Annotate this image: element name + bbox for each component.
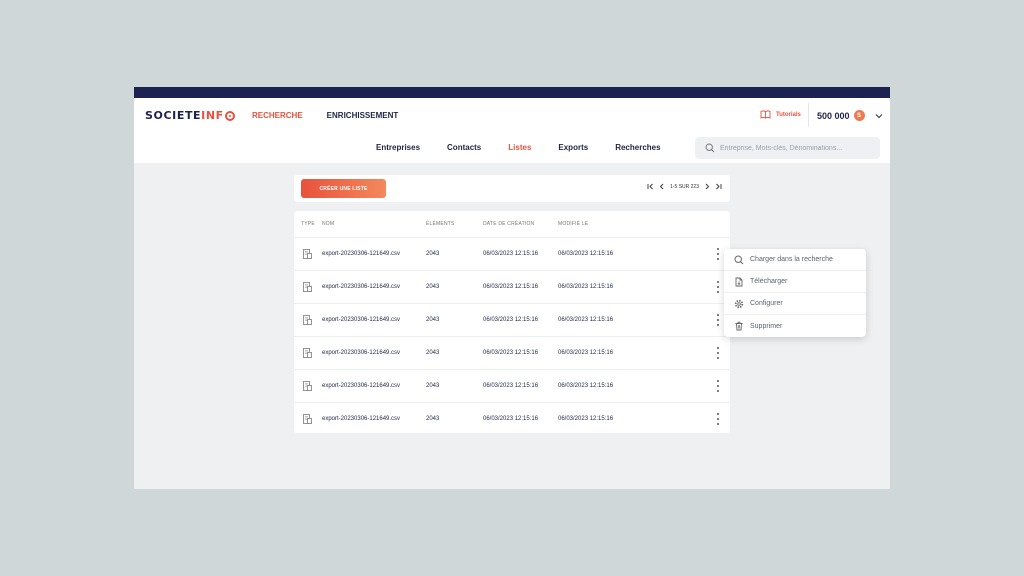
- column-elements: ÉLÉMENTS: [426, 221, 455, 227]
- file-type-icon: [302, 314, 313, 328]
- column-nom: NOM: [322, 221, 335, 227]
- column-date-creation: DATE DE CRÉATION: [483, 221, 535, 227]
- prev-page-icon[interactable]: [659, 183, 665, 190]
- nav-recherche[interactable]: RECHERCHE: [252, 111, 303, 120]
- row-modified: 06/03/2023 12:15:16: [558, 317, 614, 323]
- header: SOCIETE INF RECHERCHE ENRICHISSEMENT Tuto…: [134, 98, 890, 163]
- table-row[interactable]: export-20230306-121649.csv 2043 06/03/2023…: [294, 270, 730, 303]
- row-name[interactable]: export-20230306-121649.csv: [322, 284, 400, 290]
- logo-ring-icon: [224, 110, 235, 121]
- tab-recherches[interactable]: Recherches: [615, 143, 660, 152]
- more-options-icon[interactable]: [716, 248, 720, 260]
- table-row[interactable]: export-20230306-121649.csv 2043 06/03/2023…: [294, 336, 730, 369]
- tab-contacts[interactable]: Contacts: [447, 143, 481, 152]
- row-elements: 2043: [426, 284, 440, 290]
- row-context-menu: Charger dans la recherche Télécharger Co…: [724, 249, 866, 337]
- row-name[interactable]: export-20230306-121649.csv: [322, 383, 400, 389]
- app-window: SOCIETE INF RECHERCHE ENRICHISSEMENT Tuto…: [134, 87, 890, 489]
- row-created: 06/03/2023 12:15:16: [483, 317, 539, 323]
- pagination: 1-5 SUR 223: [647, 183, 722, 190]
- row-name[interactable]: export-20230306-121649.csv: [322, 350, 400, 356]
- search-input[interactable]: [720, 144, 870, 152]
- menu-item-charger[interactable]: Charger dans la recherche: [724, 249, 866, 271]
- file-type-icon: [302, 413, 313, 427]
- logo[interactable]: SOCIETE INF: [145, 109, 235, 122]
- row-elements: 2043: [426, 251, 440, 257]
- gear-icon: [734, 299, 744, 308]
- row-created: 06/03/2023 12:15:16: [483, 350, 539, 356]
- row-name[interactable]: export-20230306-121649.csv: [322, 251, 400, 257]
- table-row[interactable]: export-20230306-121649.csv 2043 06/03/2023…: [294, 303, 730, 336]
- row-created: 06/03/2023 12:15:16: [483, 383, 539, 389]
- more-options-icon[interactable]: [716, 413, 720, 425]
- create-list-button[interactable]: CRÉER UNE LISTE: [301, 179, 386, 198]
- row-elements: 2043: [426, 383, 440, 389]
- top-bar: [134, 87, 890, 98]
- row-name[interactable]: export-20230306-121649.csv: [322, 317, 400, 323]
- last-page-icon[interactable]: [715, 183, 722, 190]
- lists-table: TYPE NOM ÉLÉMENTS DATE DE CRÉATION MODIF…: [294, 211, 730, 433]
- tab-entreprises[interactable]: Entreprises: [376, 143, 420, 152]
- file-type-icon: [302, 347, 313, 361]
- next-page-icon[interactable]: [704, 183, 710, 190]
- more-options-icon[interactable]: [716, 281, 720, 293]
- more-options-icon[interactable]: [716, 314, 720, 326]
- row-elements: 2043: [426, 350, 440, 356]
- menu-item-configurer[interactable]: Configurer: [724, 293, 866, 315]
- list-toolbar: CRÉER UNE LISTE 1-5 SUR 223: [294, 175, 730, 202]
- menu-item-telecharger[interactable]: Télécharger: [724, 271, 866, 293]
- pagination-label: 1-5 SUR 223: [670, 183, 699, 190]
- chevron-down-icon[interactable]: [875, 113, 883, 119]
- file-type-icon: [302, 380, 313, 394]
- file-download-icon: [735, 277, 743, 286]
- row-modified: 06/03/2023 12:15:16: [558, 416, 614, 422]
- credits-amount: 500 000: [817, 110, 850, 121]
- row-modified: 06/03/2023 12:15:16: [558, 383, 614, 389]
- row-elements: 2043: [426, 317, 440, 323]
- table-header: TYPE NOM ÉLÉMENTS DATE DE CRÉATION MODIF…: [294, 211, 730, 237]
- row-elements: 2043: [426, 416, 440, 422]
- tab-listes[interactable]: Listes: [508, 143, 531, 152]
- search-icon: [705, 143, 715, 153]
- file-type-icon: [302, 248, 313, 262]
- row-created: 06/03/2023 12:15:16: [483, 284, 539, 290]
- nav-enrichissement[interactable]: ENRICHISSEMENT: [327, 111, 399, 120]
- search-box: [695, 137, 880, 159]
- row-name[interactable]: export-20230306-121649.csv: [322, 416, 400, 422]
- first-page-icon[interactable]: [647, 183, 654, 190]
- search-icon: [734, 254, 744, 264]
- table-row[interactable]: export-20230306-121649.csv 2043 06/03/2023…: [294, 369, 730, 402]
- trash-icon: [735, 321, 743, 331]
- column-type: TYPE: [301, 221, 315, 227]
- file-type-icon: [302, 281, 313, 295]
- row-created: 06/03/2023 12:15:16: [483, 416, 539, 422]
- more-options-icon[interactable]: [716, 380, 720, 392]
- tutorials-link[interactable]: Tutorials: [760, 110, 801, 119]
- more-options-icon[interactable]: [716, 347, 720, 359]
- coin-icon: S: [853, 110, 865, 121]
- credits-menu[interactable]: 500 000 S: [817, 110, 883, 121]
- table-row[interactable]: export-20230306-121649.csv 2043 06/03/2023…: [294, 402, 730, 435]
- sub-nav: Entreprises Contacts Listes Exports Rech…: [376, 143, 661, 152]
- table-row[interactable]: export-20230306-121649.csv 2043 06/03/2023…: [294, 237, 730, 270]
- header-divider: [808, 103, 809, 127]
- row-modified: 06/03/2023 12:15:16: [558, 251, 614, 257]
- row-created: 06/03/2023 12:15:16: [483, 251, 539, 257]
- row-modified: 06/03/2023 12:15:16: [558, 350, 614, 356]
- column-modifie-le: MODIFIÉ LE: [558, 221, 589, 227]
- main-nav: RECHERCHE ENRICHISSEMENT: [252, 111, 398, 120]
- book-icon: [760, 110, 771, 119]
- tab-exports[interactable]: Exports: [558, 143, 588, 152]
- row-modified: 06/03/2023 12:15:16: [558, 284, 614, 290]
- menu-item-supprimer[interactable]: Supprimer: [724, 315, 866, 337]
